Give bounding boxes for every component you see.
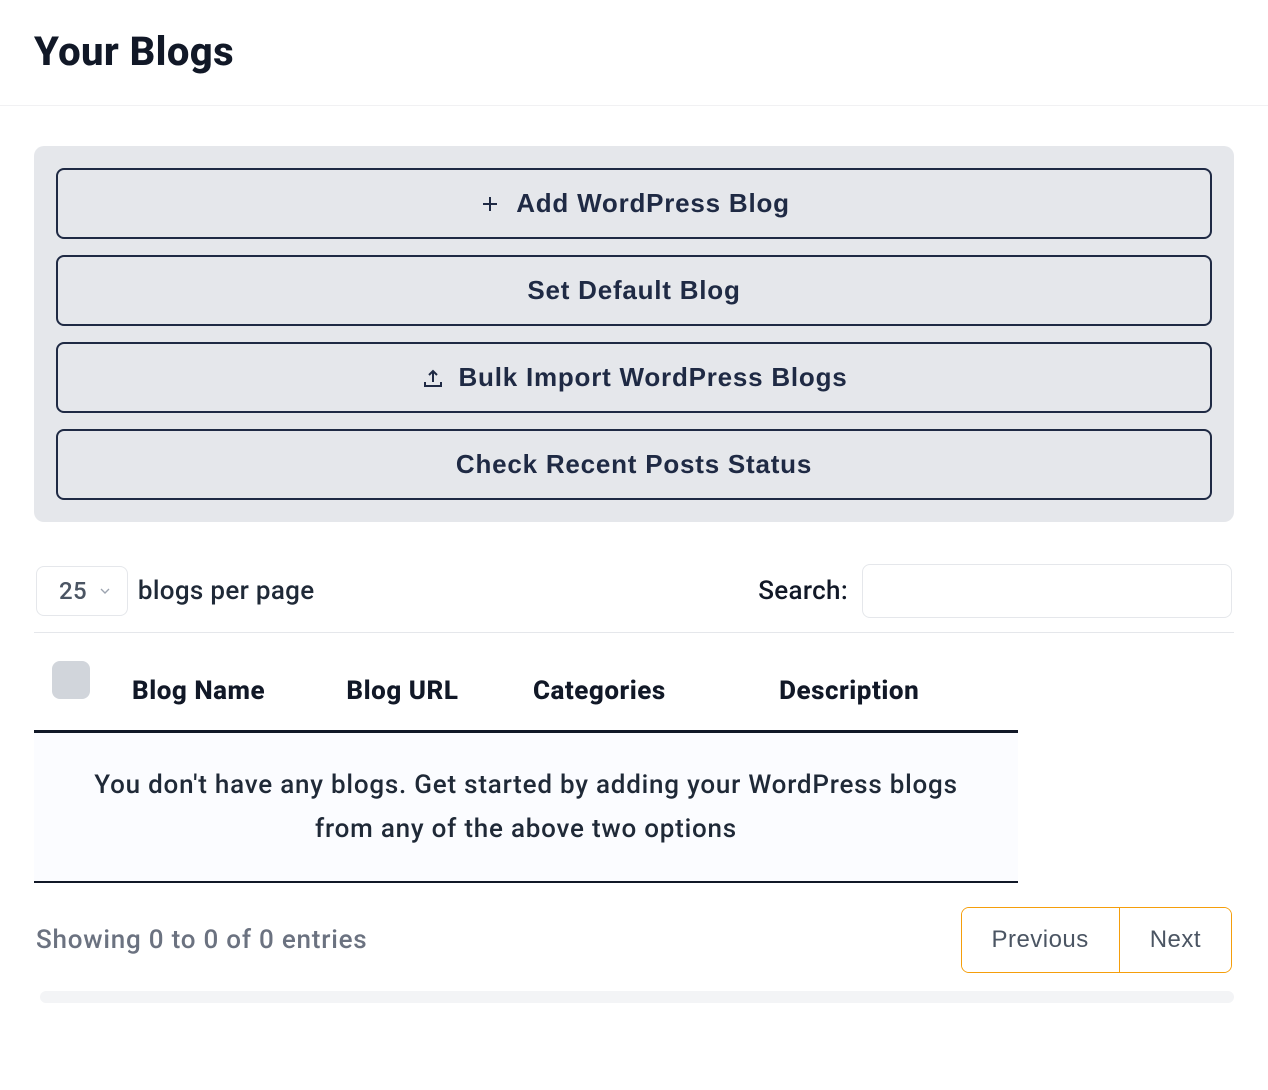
blogs-table: Blog Name Blog URL Categories Descriptio…: [34, 633, 1018, 883]
showing-entries-text: Showing 0 to 0 of 0 entries: [36, 925, 367, 955]
table-footer: Showing 0 to 0 of 0 entries Previous Nex…: [34, 883, 1234, 983]
column-blog-name[interactable]: Blog Name: [114, 633, 328, 732]
search-input[interactable]: [862, 564, 1232, 618]
column-description[interactable]: Description: [761, 633, 1018, 732]
empty-state-row: You don't have any blogs. Get started by…: [34, 732, 1018, 883]
per-page-select[interactable]: 25: [36, 566, 128, 616]
content-area: Add WordPress Blog Set Default Blog Bulk…: [0, 106, 1268, 1023]
set-default-label: Set Default Blog: [527, 275, 740, 306]
chevron-down-icon: [97, 583, 113, 599]
set-default-blog-button[interactable]: Set Default Blog: [56, 255, 1212, 326]
per-page-suffix: blogs per page: [138, 576, 315, 606]
previous-button[interactable]: Previous: [962, 908, 1119, 972]
table-controls: 25 blogs per page Search:: [34, 564, 1234, 618]
search-label: Search:: [758, 576, 848, 606]
column-categories[interactable]: Categories: [515, 633, 761, 732]
bulk-import-button[interactable]: Bulk Import WordPress Blogs: [56, 342, 1212, 413]
table-head: Blog Name Blog URL Categories Descriptio…: [34, 633, 1018, 732]
pagination: Previous Next: [961, 907, 1233, 973]
select-all-checkbox[interactable]: [52, 661, 90, 699]
column-checkbox: [34, 633, 114, 732]
column-blog-url[interactable]: Blog URL: [328, 633, 515, 732]
check-status-label: Check Recent Posts Status: [456, 449, 812, 480]
plus-icon: [478, 192, 502, 216]
next-button[interactable]: Next: [1119, 908, 1231, 972]
search-control: Search:: [758, 564, 1232, 618]
add-button-label: Add WordPress Blog: [516, 188, 790, 219]
horizontal-scrollbar[interactable]: [40, 991, 1234, 1003]
bulk-import-label: Bulk Import WordPress Blogs: [459, 362, 848, 393]
per-page-value: 25: [59, 577, 87, 605]
action-panel: Add WordPress Blog Set Default Blog Bulk…: [34, 146, 1234, 522]
upload-icon: [421, 366, 445, 390]
check-posts-status-button[interactable]: Check Recent Posts Status: [56, 429, 1212, 500]
add-wordpress-blog-button[interactable]: Add WordPress Blog: [56, 168, 1212, 239]
per-page-control: 25 blogs per page: [36, 566, 314, 616]
empty-message: You don't have any blogs. Get started by…: [34, 732, 1018, 883]
blogs-table-wrap: Blog Name Blog URL Categories Descriptio…: [34, 632, 1234, 883]
table-body: You don't have any blogs. Get started by…: [34, 732, 1018, 883]
page-title: Your Blogs: [34, 28, 1234, 75]
page-header: Your Blogs: [0, 0, 1268, 106]
